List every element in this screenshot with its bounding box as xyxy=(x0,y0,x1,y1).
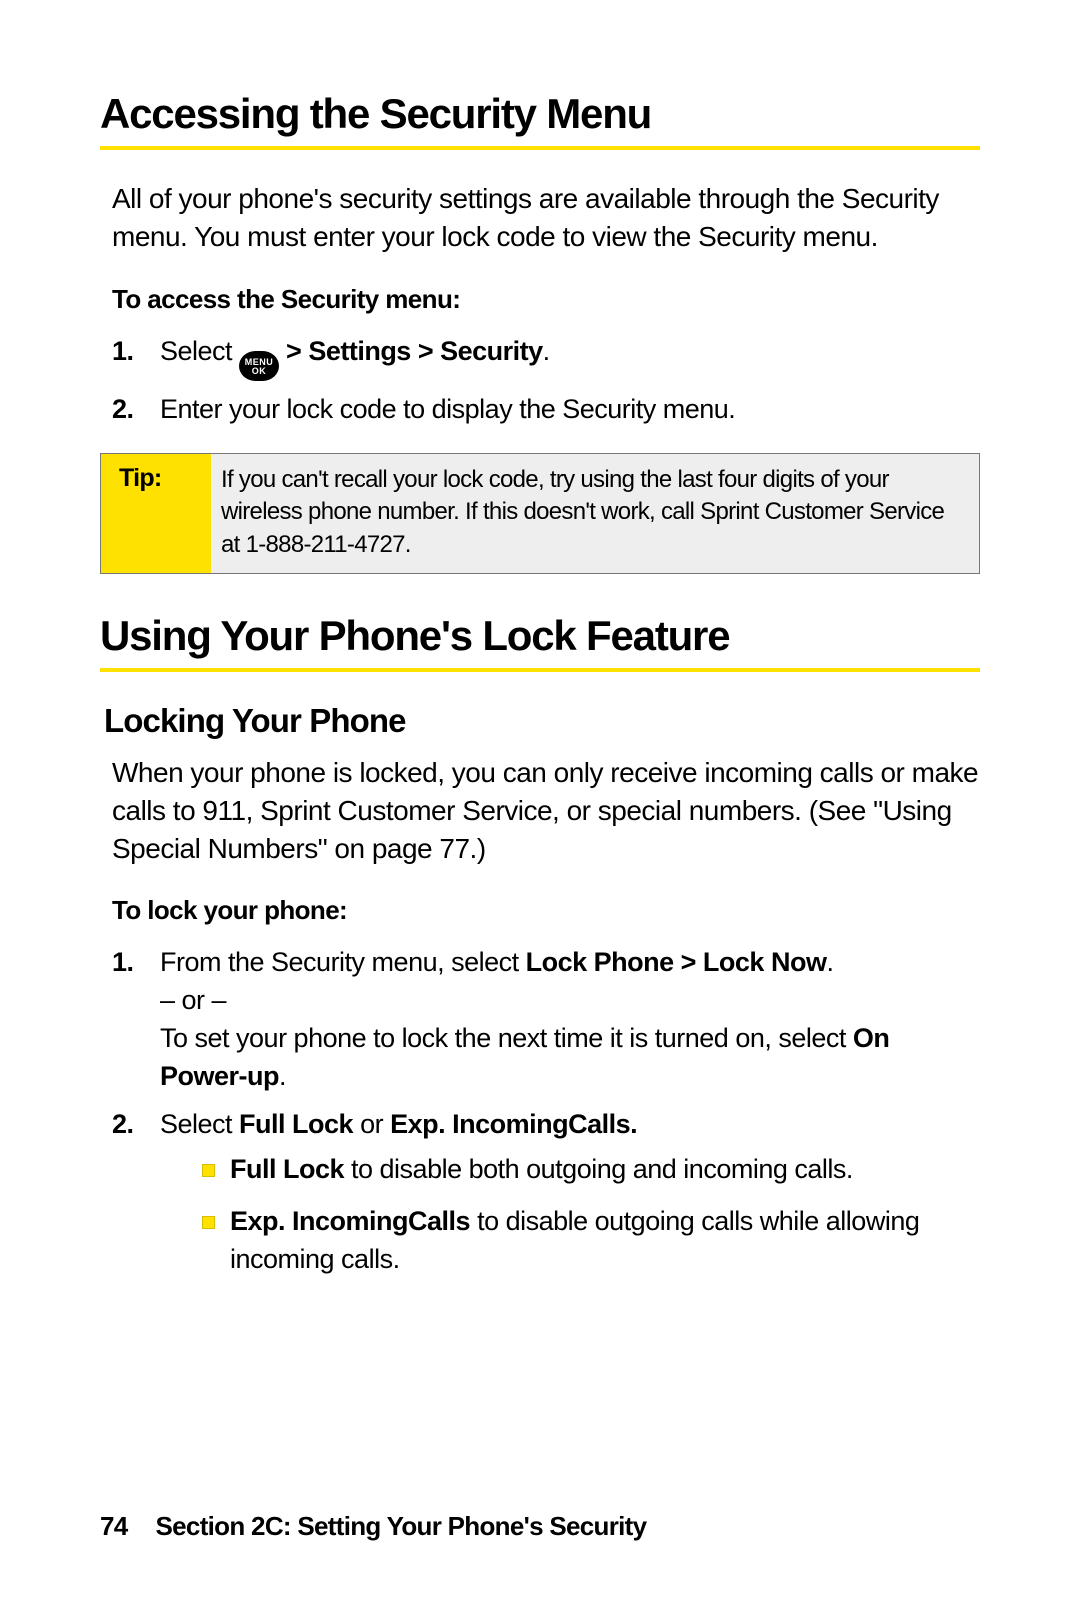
intro-security-menu: All of your phone's security settings ar… xyxy=(112,180,980,256)
subhead-locking-phone: Locking Your Phone xyxy=(104,702,980,740)
menu-ok-icon: MENUOK xyxy=(239,351,279,381)
lock2-full: Full Lock xyxy=(239,1109,353,1139)
tip-label: Tip: xyxy=(101,454,211,573)
heading-accessing-security: Accessing the Security Menu xyxy=(100,90,980,150)
lock1-dot: . xyxy=(826,947,833,977)
page-footer: 74 Section 2C: Setting Your Phone's Secur… xyxy=(100,1511,646,1542)
lock2-exp: Exp. IncomingCalls. xyxy=(390,1109,637,1139)
lock1-dot2: . xyxy=(279,1061,286,1091)
lock1-pre: From the Security menu, select xyxy=(160,947,526,977)
lead-lock-phone: To lock your phone: xyxy=(112,895,980,926)
bul2-term: Exp. IncomingCalls xyxy=(230,1206,470,1236)
bullet-exp-incoming: Exp. IncomingCalls to disable outgoing c… xyxy=(202,1203,980,1279)
lock1-or: – or – xyxy=(160,985,226,1015)
bul1-desc: to disable both outgoing and incoming ca… xyxy=(344,1154,853,1184)
step-1-select-settings: 1. Select MENUOK > Settings > Security. xyxy=(112,333,980,382)
lock-step-1: 1. From the Security menu, select Lock P… xyxy=(112,944,980,1095)
step1-path: > Settings > Security xyxy=(279,336,543,366)
lock1-path: Lock Phone > Lock Now xyxy=(526,947,827,977)
intro-locking: When your phone is locked, you can only … xyxy=(112,754,980,867)
lead-access-security: To access the Security menu: xyxy=(112,284,980,315)
lock2-or: or xyxy=(353,1109,390,1139)
lock2-pre: Select xyxy=(160,1109,239,1139)
step1-dot: . xyxy=(543,336,550,366)
step-2-enter-lock-code: 2. Enter your lock code to display the S… xyxy=(112,391,980,429)
heading-lock-feature: Using Your Phone's Lock Feature xyxy=(100,612,980,672)
page-number: 74 xyxy=(100,1511,128,1541)
tip-box: Tip: If you can't recall your lock code,… xyxy=(100,453,980,574)
lock1-alt: To set your phone to lock the next time … xyxy=(160,1023,853,1053)
section-title: Section 2C: Setting Your Phone's Securit… xyxy=(156,1511,647,1541)
bul1-term: Full Lock xyxy=(230,1154,344,1184)
lock-step-2: 2. Select Full Lock or Exp. IncomingCall… xyxy=(112,1106,980,1279)
step1-text-pre: Select xyxy=(160,336,239,366)
step2-text: Enter your lock code to display the Secu… xyxy=(160,394,735,424)
tip-body: If you can't recall your lock code, try … xyxy=(211,454,979,573)
bullet-full-lock: Full Lock to disable both outgoing and i… xyxy=(202,1151,980,1189)
